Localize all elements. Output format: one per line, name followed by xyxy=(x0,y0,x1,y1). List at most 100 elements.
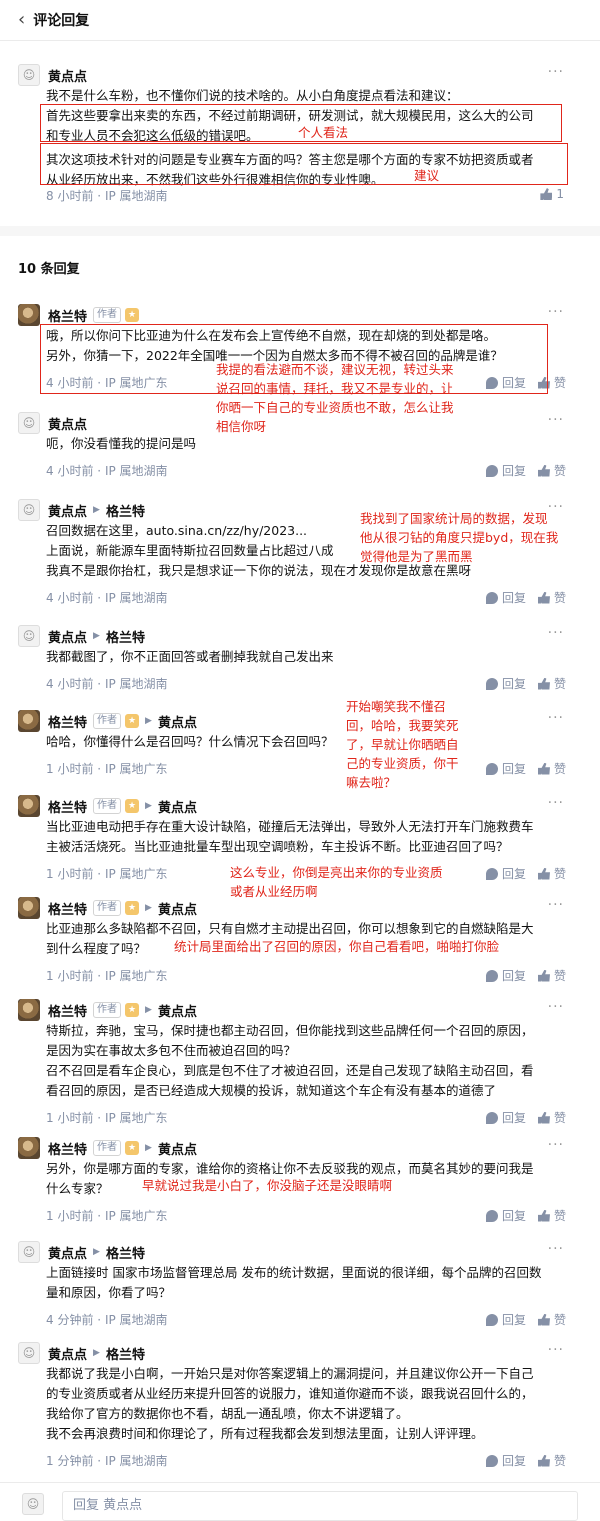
author-name[interactable]: 格兰特 xyxy=(48,306,87,325)
reply-icon xyxy=(485,1313,498,1326)
avatar[interactable]: ☺ xyxy=(18,1241,40,1263)
author-tag: 作者 xyxy=(93,307,122,323)
author-tag: 作者 xyxy=(93,1140,122,1156)
avatar[interactable]: ☺ xyxy=(18,499,40,521)
reply-icon xyxy=(485,1209,498,1222)
like-button[interactable]: 赞 xyxy=(537,1207,566,1224)
reply-to-arrow-icon: ▶ xyxy=(145,801,152,811)
comment-meta: 1 小时前 · IP 属地广东 xyxy=(46,969,168,983)
avatar[interactable]: ☺ xyxy=(18,412,40,434)
comment-actions: 回复赞 xyxy=(485,865,566,882)
reply-to-name[interactable]: 黄点点 xyxy=(158,797,197,816)
comment-header: 格兰特 作者 ★ xyxy=(18,304,140,326)
author-name[interactable]: 黄点点 xyxy=(48,627,87,646)
more-icon[interactable]: ··· xyxy=(548,625,564,641)
annotation-note: 早就说过我是小白了，你没脑子还是没眼睛啊 xyxy=(142,1178,393,1193)
reply-icon xyxy=(485,867,498,880)
author-name[interactable]: 格兰特 xyxy=(48,899,87,918)
reply-input[interactable]: 回复 黄点点 xyxy=(62,1491,578,1521)
more-icon[interactable]: ··· xyxy=(548,1241,564,1257)
more-icon[interactable]: ··· xyxy=(548,64,564,80)
reply-to-name[interactable]: 黄点点 xyxy=(158,899,197,918)
author-name[interactable]: 黄点点 xyxy=(48,501,87,520)
annotation-note: 我找到了国家统计局的数据，发现 他从很刁钻的角度只提byd，现在我 觉得他是为了黑而… xyxy=(360,511,559,564)
reply-icon xyxy=(485,464,498,477)
like-icon xyxy=(537,1454,550,1467)
author-tag: 作者 xyxy=(93,1002,122,1018)
reply-button[interactable]: 回复 xyxy=(485,760,526,777)
reply-to-name[interactable]: 黄点点 xyxy=(158,1001,197,1020)
like-icon xyxy=(537,464,550,477)
reply-icon xyxy=(485,762,498,775)
author-name[interactable]: 黄点点 xyxy=(48,414,87,433)
reply-button[interactable]: 回复 xyxy=(485,865,526,882)
more-icon[interactable]: ··· xyxy=(548,795,564,811)
reply-to-name[interactable]: 格兰特 xyxy=(106,501,145,520)
like-button[interactable]: 赞 xyxy=(537,1311,566,1328)
comment-meta: 4 小时前 · IP 属地湖南 xyxy=(46,591,168,605)
more-icon[interactable]: ··· xyxy=(548,1137,564,1153)
reply-to-name[interactable]: 黄点点 xyxy=(158,712,197,731)
reply-to-arrow-icon: ▶ xyxy=(93,631,100,641)
reply-button[interactable]: 回复 xyxy=(485,589,526,606)
reply-button[interactable]: 回复 xyxy=(485,675,526,692)
like-button[interactable]: 赞 xyxy=(537,675,566,692)
reply-button[interactable]: 回复 xyxy=(485,1452,526,1469)
avatar[interactable]: ☺ xyxy=(18,64,40,86)
badge-icon: ★ xyxy=(125,799,140,813)
like-button[interactable]: 赞 xyxy=(537,760,566,777)
author-name[interactable]: 格兰特 xyxy=(48,1001,87,1020)
reply-button[interactable]: 回复 xyxy=(485,967,526,984)
like-button[interactable]: 赞 xyxy=(537,1109,566,1126)
like-icon xyxy=(537,1313,550,1326)
reply-to-name[interactable]: 格兰特 xyxy=(106,1344,145,1363)
comment-actions: 回复赞 xyxy=(485,675,566,692)
author-name[interactable]: 黄点点 xyxy=(48,1243,87,1262)
more-icon[interactable]: ··· xyxy=(548,1342,564,1358)
author-tag: 作者 xyxy=(93,798,122,814)
avatar[interactable]: ☺ xyxy=(18,625,40,647)
avatar[interactable] xyxy=(18,897,40,919)
comment-text: 我都截图了，你不正面回答或者删掉我就自己发出来 xyxy=(46,649,334,664)
reply-button[interactable]: 回复 xyxy=(485,1109,526,1126)
reply-button[interactable]: 回复 xyxy=(485,1207,526,1224)
reply-to-name[interactable]: 黄点点 xyxy=(158,1139,197,1158)
reply-to-name[interactable]: 格兰特 xyxy=(106,627,145,646)
reply-icon xyxy=(485,677,498,690)
author-name[interactable]: 黄点点 xyxy=(48,1344,87,1363)
reply-to-arrow-icon: ▶ xyxy=(145,903,152,913)
reply-button[interactable]: 回复 xyxy=(485,1311,526,1328)
avatar[interactable] xyxy=(18,304,40,326)
more-icon[interactable]: ··· xyxy=(548,897,564,913)
badge-icon: ★ xyxy=(125,901,140,915)
reply-to-name[interactable]: 格兰特 xyxy=(106,1243,145,1262)
like-button[interactable]: 赞 xyxy=(537,865,566,882)
avatar[interactable] xyxy=(18,999,40,1021)
reply-icon xyxy=(485,969,498,982)
comment-text: 哈哈，你懂得什么是召回吗？什么情况下会召回吗？ xyxy=(46,734,334,749)
like-button[interactable]: 赞 xyxy=(537,589,566,606)
comment-actions: 回复赞 xyxy=(485,1311,566,1328)
more-icon[interactable]: ··· xyxy=(548,304,564,320)
author-name[interactable]: 格兰特 xyxy=(48,797,87,816)
like-button[interactable]: 1 xyxy=(540,187,564,201)
author-name[interactable]: 格兰特 xyxy=(48,712,87,731)
more-icon[interactable]: ··· xyxy=(548,412,564,428)
page-title: 评论回复 xyxy=(33,13,90,29)
avatar[interactable] xyxy=(18,795,40,817)
badge-icon: ★ xyxy=(125,1003,140,1017)
chevron-left-icon[interactable]: ‹ xyxy=(18,11,25,29)
author-name[interactable]: 黄点点 xyxy=(48,66,87,85)
more-icon[interactable]: ··· xyxy=(548,999,564,1015)
like-button[interactable]: 赞 xyxy=(537,1452,566,1469)
comment-text: 当比亚迪电动把手存在重大设计缺陷，碰撞后无法弹出，导致外人无法打开车门施救费车主… xyxy=(46,819,534,854)
annotation-note: 开始嘲笑我不懂召 回，哈哈，我要笑死 了，早就让你晒晒自 己的专业资质，你干 嘛去啦？ xyxy=(346,699,459,790)
like-button[interactable]: 赞 xyxy=(537,462,566,479)
avatar[interactable] xyxy=(18,710,40,732)
more-icon[interactable]: ··· xyxy=(548,710,564,726)
author-name[interactable]: 格兰特 xyxy=(48,1139,87,1158)
avatar[interactable]: ☺ xyxy=(18,1342,40,1364)
avatar[interactable] xyxy=(18,1137,40,1159)
reply-button[interactable]: 回复 xyxy=(485,462,526,479)
like-button[interactable]: 赞 xyxy=(537,967,566,984)
